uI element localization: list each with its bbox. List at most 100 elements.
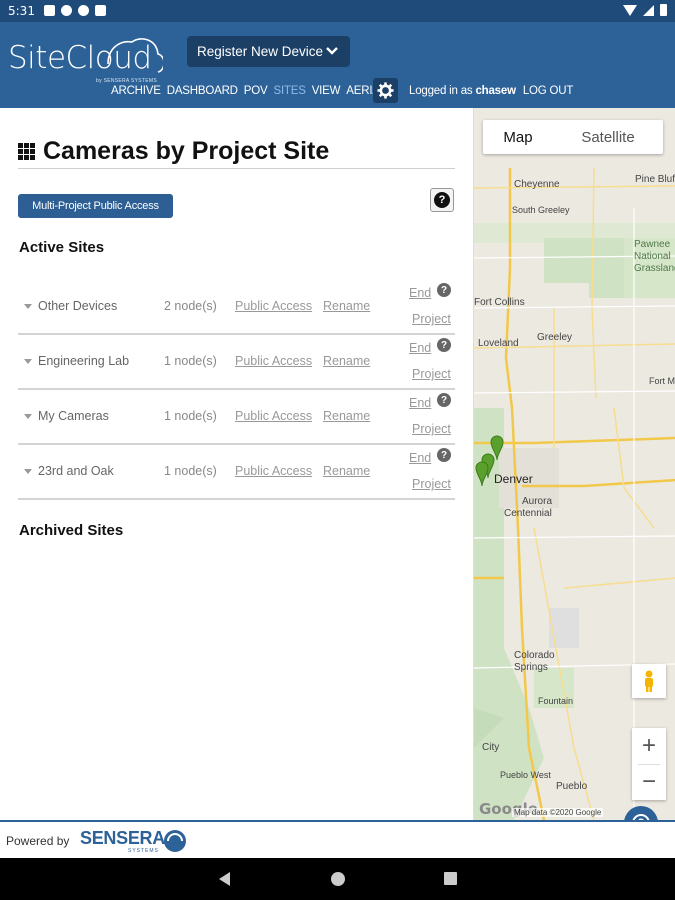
- nav-archive[interactable]: ARCHIVE: [111, 85, 161, 97]
- map-label: Fort Collins: [474, 297, 525, 308]
- chevron-down-icon: [326, 47, 338, 55]
- username: chasew: [475, 85, 516, 97]
- logo-subtext: by SENSERA SYSTEMS: [96, 78, 157, 84]
- grid-icon: [18, 143, 35, 160]
- site-row: Engineering Lab 1 node(s) Public Access …: [18, 335, 455, 390]
- public-access-link[interactable]: Public Access: [235, 409, 312, 423]
- expand-caret-icon[interactable]: [24, 304, 32, 309]
- map-label: City: [482, 742, 500, 753]
- map-type-map[interactable]: Map: [483, 120, 553, 154]
- end-project-link-project[interactable]: Project: [412, 312, 451, 326]
- rename-link[interactable]: Rename: [323, 409, 370, 423]
- map-type-satellite[interactable]: Satellite: [553, 120, 663, 154]
- logout-link[interactable]: LOG OUT: [523, 85, 574, 97]
- rename-link[interactable]: Rename: [323, 464, 370, 478]
- question-icon[interactable]: ?: [437, 283, 451, 297]
- user-info: Logged in as chasew LOG OUT: [409, 85, 573, 97]
- sd-card-icon: [95, 5, 106, 16]
- register-device-dropdown[interactable]: Register New Device: [187, 36, 350, 67]
- map-label: Pueblo: [556, 781, 588, 792]
- sensera-logo-sub: SYSTEMS: [128, 848, 159, 854]
- end-project-link-project[interactable]: Project: [412, 477, 451, 491]
- zoom-out-button[interactable]: −: [632, 764, 666, 800]
- node-count: 1 node(s): [164, 464, 217, 478]
- footer: Powered by SENSERA SYSTEMS: [0, 820, 675, 858]
- notification-icons: [44, 5, 106, 16]
- recents-icon[interactable]: [444, 872, 457, 885]
- map-label: Denver: [494, 472, 533, 486]
- map-label: Colorado Springs: [514, 650, 555, 673]
- question-icon: ?: [434, 192, 450, 208]
- nav-view[interactable]: VIEW: [312, 85, 341, 97]
- home-icon[interactable]: [331, 872, 345, 886]
- node-count: 2 node(s): [164, 299, 217, 313]
- site-row: 23rd and Oak 1 node(s) Public Access Ren…: [18, 445, 455, 500]
- gear-icon: [377, 82, 394, 99]
- zoom-control: + −: [632, 728, 666, 800]
- map-label: Fountain: [538, 696, 574, 706]
- end-project-link[interactable]: End: [409, 341, 431, 355]
- public-access-link[interactable]: Public Access: [235, 299, 312, 313]
- expand-caret-icon[interactable]: [24, 359, 32, 364]
- node-count: 1 node(s): [164, 354, 217, 368]
- end-project-link-project[interactable]: Project: [412, 367, 451, 381]
- image-icon: [44, 5, 55, 16]
- question-icon[interactable]: ?: [437, 393, 451, 407]
- map-attribution: Map data ©2020 Google: [512, 808, 604, 817]
- end-project-link-project[interactable]: Project: [412, 422, 451, 436]
- map-label: Loveland: [478, 338, 519, 349]
- map-tiles: [474, 108, 675, 820]
- multi-project-public-access-button[interactable]: Multi-Project Public Access: [18, 194, 173, 218]
- map-label: Pine Bluffs: [635, 174, 675, 185]
- system-icons: [623, 4, 667, 16]
- map-label: Cheyenne: [514, 179, 560, 190]
- help-button[interactable]: ?: [430, 188, 454, 212]
- page-title-text: Cameras by Project Site: [43, 137, 330, 165]
- street-view-pegman[interactable]: [632, 664, 666, 698]
- sites-map[interactable]: Map Satellite Cheyenne Pine Bluffs South…: [473, 108, 675, 820]
- nav-dashboard[interactable]: DASHBOARD: [167, 85, 238, 97]
- end-project-link[interactable]: End: [409, 451, 431, 465]
- battery-icon: [660, 4, 667, 16]
- sensera-logo-text[interactable]: SENSERA: [80, 828, 165, 849]
- end-project-link[interactable]: End: [409, 286, 431, 300]
- map-label: Aurora: [522, 496, 553, 507]
- back-icon[interactable]: [219, 872, 230, 886]
- map-label: Greeley: [537, 332, 573, 343]
- pegman-icon: [645, 670, 653, 692]
- expand-caret-icon[interactable]: [24, 414, 32, 419]
- site-row: Other Devices 2 node(s) Public Access Re…: [18, 280, 455, 335]
- archived-sites-heading: Archived Sites: [19, 522, 124, 539]
- map-label: Fort M: [649, 376, 675, 386]
- site-name[interactable]: My Cameras: [38, 409, 109, 423]
- status-time: 5:31: [8, 4, 35, 18]
- end-project-link[interactable]: End: [409, 396, 431, 410]
- register-device-label: Register New Device: [197, 44, 324, 59]
- sitecloud-logo[interactable]: SiteCloud by SENSERA SYSTEMS: [8, 34, 163, 86]
- site-row: My Cameras 1 node(s) Public Access Renam…: [18, 390, 455, 445]
- nav-sites[interactable]: SITES: [273, 85, 305, 97]
- public-access-link[interactable]: Public Access: [235, 464, 312, 478]
- settings-button[interactable]: [373, 78, 398, 103]
- main-nav: ARCHIVE DASHBOARD POV SITES VIEW AERIAL: [111, 85, 386, 97]
- map-label: Centennial: [504, 508, 552, 519]
- powered-by-label: Powered by: [6, 834, 70, 848]
- rename-link[interactable]: Rename: [323, 354, 370, 368]
- rename-link[interactable]: Rename: [323, 299, 370, 313]
- zoom-in-button[interactable]: +: [632, 728, 666, 764]
- question-icon[interactable]: ?: [437, 448, 451, 462]
- site-name[interactable]: 23rd and Oak: [38, 464, 114, 478]
- signal-icon: [643, 4, 654, 16]
- active-sites-heading: Active Sites: [19, 239, 105, 256]
- map-label: South Greeley: [512, 205, 570, 215]
- site-name[interactable]: Other Devices: [38, 299, 117, 313]
- nav-pov[interactable]: POV: [244, 85, 268, 97]
- wifi-icon: [623, 4, 637, 16]
- map-label: Pueblo West: [500, 770, 551, 780]
- expand-caret-icon[interactable]: [24, 469, 32, 474]
- status-bar: 5:31: [0, 0, 675, 22]
- sites-panel: Cameras by Project Site Multi-Project Pu…: [0, 108, 473, 820]
- public-access-link[interactable]: Public Access: [235, 354, 312, 368]
- site-name[interactable]: Engineering Lab: [38, 354, 129, 368]
- question-icon[interactable]: ?: [437, 338, 451, 352]
